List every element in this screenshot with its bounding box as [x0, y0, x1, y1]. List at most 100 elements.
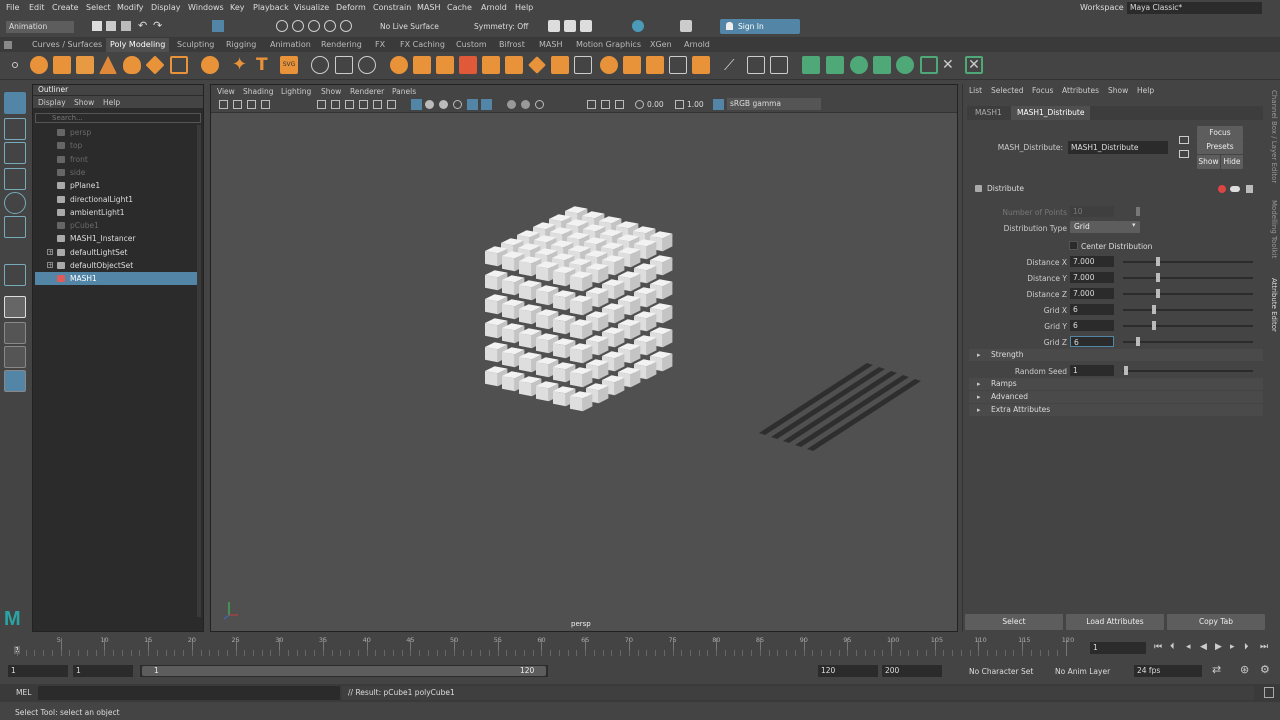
menu-playback[interactable]: Playback: [253, 3, 289, 12]
menu-set-dropdown[interactable]: Animation: [6, 21, 74, 33]
ae-focus-button[interactable]: Focus: [1197, 126, 1243, 140]
expand-icon[interactable]: +: [47, 262, 53, 269]
connect-icon[interactable]: [646, 56, 664, 74]
extract-icon[interactable]: [413, 56, 431, 74]
gamma-value[interactable]: 1.00: [687, 100, 704, 109]
boolean-icon[interactable]: [390, 56, 408, 74]
play-backward-icon[interactable]: ◀: [1200, 642, 1207, 652]
snap-curve-icon[interactable]: [292, 20, 304, 32]
outliner-item[interactable]: pCube1: [35, 219, 197, 232]
sign-in-button[interactable]: Sign In: [720, 19, 800, 34]
ae-distribute-header[interactable]: Distribute: [969, 182, 1263, 196]
auto-key-icon[interactable]: ⊛: [1240, 663, 1249, 676]
scale-tool-icon[interactable]: [4, 216, 26, 238]
target-weld-icon[interactable]: [600, 56, 618, 74]
select-tool-icon[interactable]: [4, 92, 26, 114]
select-by-hierarchy-icon[interactable]: [212, 20, 224, 32]
loop-icon[interactable]: ⇄: [1212, 663, 1221, 676]
outliner-item[interactable]: directionalLight1: [35, 193, 197, 206]
menu-display[interactable]: Display: [151, 3, 181, 12]
advanced-section-header[interactable]: ▸ Advanced: [969, 391, 1263, 403]
outliner-search-field[interactable]: Search...: [35, 113, 201, 123]
isolate-select-icon[interactable]: [587, 100, 596, 109]
ae-hide-button[interactable]: Hide: [1221, 155, 1243, 169]
range-slider-handle[interactable]: 1 120: [142, 666, 546, 676]
save-scene-icon[interactable]: [121, 21, 131, 31]
side-tab-attribute-editor[interactable]: Attribute Editor: [1270, 278, 1278, 332]
gate-mask-icon[interactable]: [359, 100, 368, 109]
outliner-item[interactable]: side: [35, 166, 197, 179]
attr-slider-track[interactable]: [1123, 309, 1253, 311]
step-back-frame-icon[interactable]: ◂: [1186, 642, 1191, 652]
outliner-item[interactable]: + defaultLightSet: [35, 246, 197, 259]
command-input[interactable]: [38, 686, 340, 700]
redo-icon[interactable]: ↷: [153, 19, 162, 32]
attr-slider-track[interactable]: [1123, 293, 1253, 295]
textured-icon[interactable]: [467, 99, 478, 110]
time-slider[interactable]: 1510152025303540455055606570758085909510…: [0, 634, 1280, 658]
attr-slider-handle[interactable]: [1151, 321, 1156, 330]
sew-uv-icon[interactable]: ✕: [965, 56, 983, 74]
svg-icon[interactable]: SVG: [280, 56, 298, 74]
play-forward-icon[interactable]: ▶: [1215, 642, 1222, 652]
attr-slider-handle[interactable]: [1155, 273, 1160, 282]
workspace-dropdown[interactable]: Maya Classic*: [1127, 2, 1262, 14]
rotate-tool-icon[interactable]: [4, 192, 26, 214]
step-forward-frame-icon[interactable]: ▸: [1230, 642, 1235, 652]
ae-menu-help[interactable]: Help: [1137, 86, 1154, 95]
bridge-icon[interactable]: [459, 56, 477, 74]
snap-view-plane-icon[interactable]: [324, 20, 336, 32]
quad-draw-icon[interactable]: [669, 56, 687, 74]
distribute-toggle-icon[interactable]: [1230, 186, 1240, 192]
outliner-menu-show[interactable]: Show: [74, 98, 94, 107]
ae-node-name-field[interactable]: MASH1_Distribute: [1068, 141, 1168, 154]
vp-menu-panels[interactable]: Panels: [392, 87, 416, 96]
poly-cube-icon[interactable]: [53, 56, 71, 74]
menu-constrain[interactable]: Constrain: [373, 3, 411, 12]
snap-point-icon[interactable]: [308, 20, 320, 32]
expand-icon[interactable]: +: [47, 248, 53, 255]
ipr-render-icon[interactable]: [580, 20, 592, 32]
shelf-menu-icon[interactable]: [12, 62, 18, 68]
poly-type-icon[interactable]: T: [256, 56, 274, 74]
shelf-tab-curves-surfaces[interactable]: Curves / Surfaces: [32, 40, 102, 49]
persp-outliner-layout-icon[interactable]: [4, 346, 26, 368]
outliner-item[interactable]: pPlane1: [35, 179, 197, 192]
snap-grid-icon[interactable]: [276, 20, 288, 32]
ae-load-attributes-button[interactable]: Load Attributes: [1066, 614, 1164, 630]
center-distribution-checkbox[interactable]: [1069, 241, 1078, 250]
insert-edge-loop-icon[interactable]: [692, 56, 710, 74]
random-seed-field[interactable]: 1: [1070, 365, 1114, 376]
extra-attributes-section-header[interactable]: ▸ Extra Attributes: [969, 404, 1263, 416]
wireframe-on-shaded-icon[interactable]: [453, 100, 462, 109]
xray-joints-icon[interactable]: [615, 100, 624, 109]
pause-icon[interactable]: [680, 20, 692, 32]
super-shape-icon[interactable]: ✦: [232, 56, 250, 74]
menu-windows[interactable]: Windows: [188, 3, 224, 12]
gamma-icon[interactable]: [675, 100, 684, 109]
random-seed-slider-handle[interactable]: [1124, 366, 1128, 375]
shadows-icon[interactable]: [507, 100, 516, 109]
current-frame-field[interactable]: 1: [1090, 642, 1146, 654]
vp-menu-shading[interactable]: Shading: [243, 87, 273, 96]
mirror-icon[interactable]: [436, 56, 454, 74]
ae-menu-attributes[interactable]: Attributes: [1062, 86, 1099, 95]
attr-slider-track[interactable]: [1123, 261, 1253, 263]
arnold-render-icon[interactable]: [632, 20, 644, 32]
append-to-poly-icon[interactable]: [551, 56, 569, 74]
attr-slider-handle[interactable]: [1155, 257, 1160, 266]
shelf-tab-motion-graphics[interactable]: Motion Graphics: [576, 40, 641, 49]
ambient-occlusion-icon[interactable]: [521, 100, 530, 109]
menu-mash[interactable]: MASH: [417, 3, 440, 12]
shelf-tab-arnold[interactable]: Arnold: [684, 40, 710, 49]
single-perspective-layout-icon[interactable]: [4, 296, 26, 318]
image-plane-icon[interactable]: [261, 100, 270, 109]
viewport-panel[interactable]: View Shading Lighting Show Renderer Pane…: [210, 84, 958, 632]
ae-presets-button[interactable]: Presets: [1197, 140, 1243, 154]
outliner-item[interactable]: MASH1_Instancer: [35, 232, 197, 245]
menu-edit[interactable]: Edit: [29, 3, 45, 12]
shelf-tab-poly-modeling[interactable]: Poly Modeling: [106, 38, 170, 52]
default-material-icon[interactable]: [439, 100, 448, 109]
ae-tab-mash1-distribute[interactable]: MASH1_Distribute: [1011, 106, 1091, 120]
lights-icon[interactable]: [481, 99, 492, 110]
